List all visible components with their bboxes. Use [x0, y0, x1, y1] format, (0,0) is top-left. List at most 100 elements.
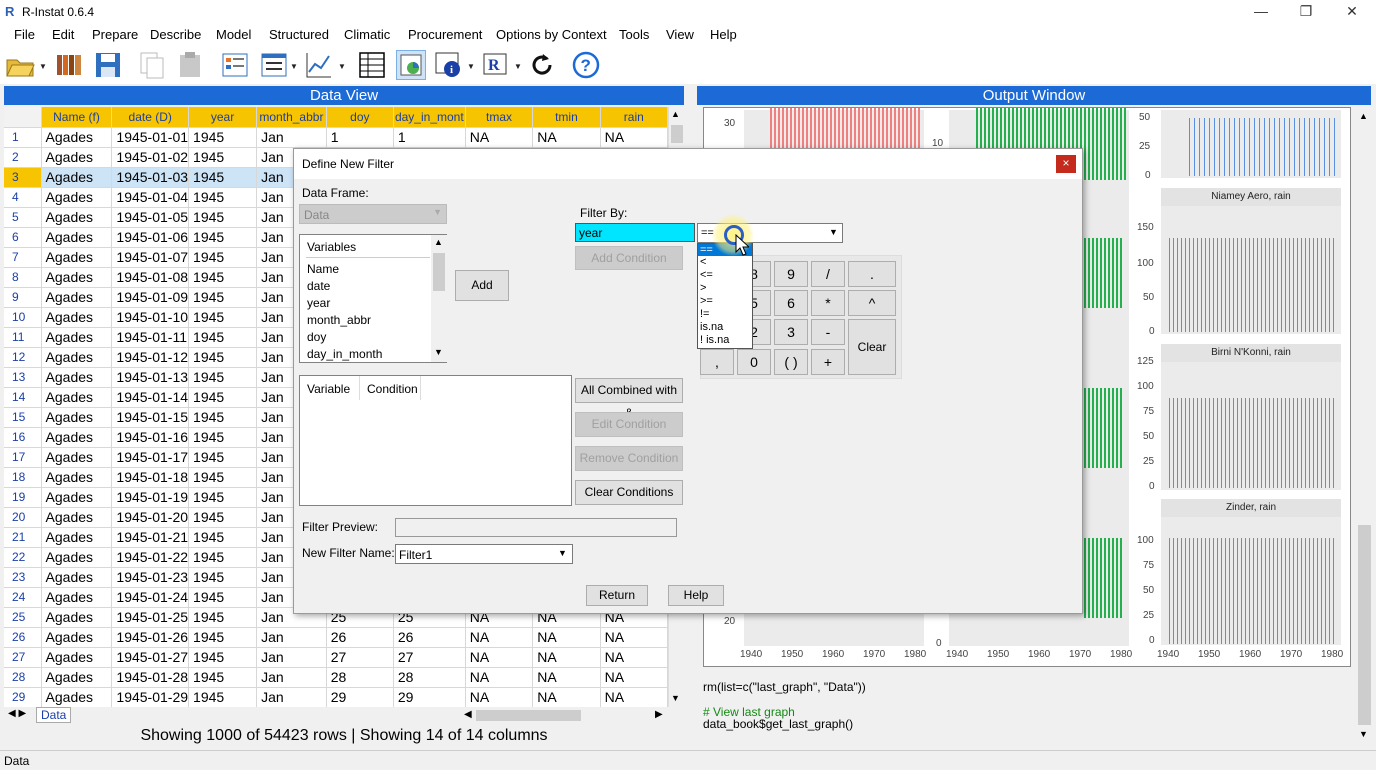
- table-cell[interactable]: 1945: [188, 687, 258, 707]
- menu-help[interactable]: Help: [710, 27, 737, 42]
- data-frame-select[interactable]: Data ▼: [299, 204, 447, 224]
- scroll-down-icon[interactable]: ▼: [671, 693, 680, 703]
- table-cell[interactable]: NA: [465, 127, 534, 148]
- table-cell[interactable]: NA: [465, 667, 534, 688]
- table-cell[interactable]: NA: [532, 687, 601, 707]
- row-number[interactable]: 22: [4, 547, 42, 568]
- chevron-down-icon[interactable]: ▼: [338, 62, 346, 71]
- variable-item[interactable]: doy: [307, 330, 326, 344]
- row-number[interactable]: 20: [4, 507, 42, 528]
- minimize-icon[interactable]: —: [1246, 2, 1276, 22]
- row-number[interactable]: 10: [4, 307, 42, 328]
- output-view-icon[interactable]: [396, 50, 426, 80]
- help-icon[interactable]: ?: [571, 50, 601, 80]
- chevron-down-icon[interactable]: ▼: [829, 227, 838, 237]
- row-number[interactable]: 6: [4, 227, 42, 248]
- table-cell[interactable]: 1945: [188, 287, 258, 308]
- key-9[interactable]: 9: [774, 261, 808, 287]
- table-cell[interactable]: NA: [600, 627, 668, 648]
- row-number[interactable]: 27: [4, 647, 42, 668]
- table-cell[interactable]: Agades: [41, 487, 113, 508]
- table-cell[interactable]: NA: [465, 687, 534, 707]
- table-cell[interactable]: 1945: [188, 507, 258, 528]
- table-cell[interactable]: 1945: [188, 247, 258, 268]
- table-cell[interactable]: 1945-01-22: [111, 547, 190, 568]
- new-filter-name-input[interactable]: Filter1 ▼: [395, 544, 573, 564]
- row-number[interactable]: 29: [4, 687, 42, 707]
- table-cell[interactable]: Agades: [41, 607, 113, 628]
- table-cell[interactable]: 1945: [188, 527, 258, 548]
- scroll-right-icon[interactable]: ▶: [655, 709, 663, 720]
- table-cell[interactable]: 1945: [188, 627, 258, 648]
- close-icon[interactable]: ✕: [1337, 2, 1367, 22]
- table-cell[interactable]: 1945: [188, 267, 258, 288]
- chevron-down-icon[interactable]: ▼: [467, 62, 475, 71]
- table-row[interactable]: 29 Agades 1945-01-29 1945 Jan 29 29 NA NA NA: [4, 687, 668, 707]
- table-cell[interactable]: Agades: [41, 647, 113, 668]
- sheet-tab-data[interactable]: Data: [36, 707, 72, 723]
- table-cell[interactable]: 1945-01-11: [111, 327, 190, 348]
- table-cell[interactable]: Jan: [256, 647, 327, 668]
- table-cell[interactable]: 1945-01-20: [111, 507, 190, 528]
- column-header[interactable]: date (D): [111, 107, 190, 128]
- library-icon[interactable]: [54, 50, 84, 80]
- column-header[interactable]: day_in_mont: [393, 107, 466, 128]
- row-number[interactable]: 2: [4, 147, 42, 168]
- paste-icon[interactable]: [175, 50, 205, 80]
- table-cell[interactable]: 1945: [188, 227, 258, 248]
- table-cell[interactable]: 28: [326, 667, 394, 688]
- column-header[interactable]: rain: [600, 107, 668, 128]
- table-cell[interactable]: Jan: [256, 667, 327, 688]
- table-cell[interactable]: Jan: [256, 127, 327, 148]
- edit-condition-button[interactable]: Edit Condition: [575, 412, 683, 437]
- table-cell[interactable]: 1945-01-27: [111, 647, 190, 668]
- table-cell[interactable]: Agades: [41, 307, 113, 328]
- variables-list[interactable]: Variables Name date year month_abbr doy …: [299, 234, 447, 363]
- menu-prepare[interactable]: Prepare: [92, 27, 138, 42]
- table-cell[interactable]: Agades: [41, 527, 113, 548]
- table-cell[interactable]: Jan: [256, 687, 327, 707]
- variable-item[interactable]: day_in_month: [307, 347, 382, 361]
- row-number[interactable]: 14: [4, 387, 42, 408]
- table-cell[interactable]: 1945: [188, 407, 258, 428]
- table-cell[interactable]: 1945: [188, 147, 258, 168]
- table-cell[interactable]: 28: [393, 667, 466, 688]
- restore-icon[interactable]: ❐: [1291, 2, 1321, 22]
- table-cell[interactable]: 1945: [188, 307, 258, 328]
- table-cell[interactable]: 1945: [188, 667, 258, 688]
- grid-corner[interactable]: [4, 107, 42, 128]
- save-icon[interactable]: [93, 50, 123, 80]
- table-cell[interactable]: 1945: [188, 567, 258, 588]
- key-0[interactable]: 0: [737, 349, 771, 375]
- output-scrollbar[interactable]: ▲ ▼: [1356, 107, 1373, 745]
- table-cell[interactable]: 1945-01-08: [111, 267, 190, 288]
- column-header[interactable]: tmin: [532, 107, 601, 128]
- table-cell[interactable]: Agades: [41, 507, 113, 528]
- table-cell[interactable]: 1945: [188, 347, 258, 368]
- return-button[interactable]: Return: [586, 585, 648, 606]
- table-cell[interactable]: 1945-01-12: [111, 347, 190, 368]
- key-multiply[interactable]: *: [811, 290, 845, 316]
- table-cell[interactable]: Agades: [41, 667, 113, 688]
- row-number[interactable]: 3: [4, 167, 42, 188]
- data-frame-icon[interactable]: [220, 50, 250, 80]
- table-cell[interactable]: NA: [465, 647, 534, 668]
- row-number[interactable]: 18: [4, 467, 42, 488]
- scroll-down-icon[interactable]: ▼: [1359, 729, 1368, 739]
- scroll-up-icon[interactable]: ▲: [671, 109, 680, 119]
- key-6[interactable]: 6: [774, 290, 808, 316]
- table-cell[interactable]: Agades: [41, 207, 113, 228]
- operator-option[interactable]: >: [698, 282, 752, 295]
- column-header[interactable]: month_abbr: [256, 107, 327, 128]
- menu-file[interactable]: File: [14, 27, 35, 42]
- scroll-left-icon[interactable]: ◀: [464, 709, 472, 720]
- row-number[interactable]: 23: [4, 567, 42, 588]
- table-cell[interactable]: Agades: [41, 407, 113, 428]
- variable-item[interactable]: year: [307, 296, 330, 310]
- table-cell[interactable]: 29: [326, 687, 394, 707]
- table-row[interactable]: 28 Agades 1945-01-28 1945 Jan 28 28 NA NA NA: [4, 667, 668, 688]
- table-cell[interactable]: NA: [600, 687, 668, 707]
- row-number[interactable]: 8: [4, 267, 42, 288]
- table-cell[interactable]: Agades: [41, 627, 113, 648]
- scroll-thumb[interactable]: [1358, 525, 1371, 725]
